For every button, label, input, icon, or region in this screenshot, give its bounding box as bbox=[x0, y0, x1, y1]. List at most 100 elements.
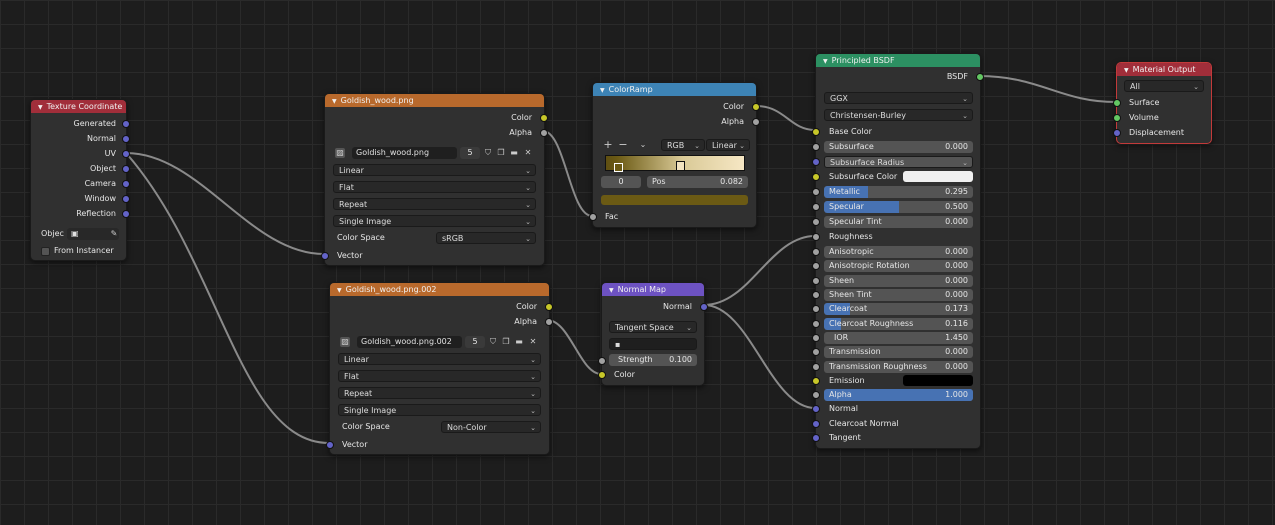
clearcoat-roughness-input-socket[interactable] bbox=[812, 320, 820, 328]
folder-icon[interactable]: ▬ bbox=[509, 148, 519, 158]
subsurface-color-swatch[interactable] bbox=[903, 171, 973, 182]
transmission-roughness-input-socket[interactable] bbox=[812, 363, 820, 371]
from-instancer-checkbox[interactable] bbox=[41, 247, 50, 256]
eyedropper-icon[interactable]: ✎ bbox=[109, 229, 119, 239]
add-stop-button[interactable]: + bbox=[603, 139, 613, 150]
bsdf-output-socket[interactable] bbox=[976, 73, 984, 81]
fake-user-icon[interactable]: ⛉ bbox=[483, 148, 493, 158]
specular-field[interactable]: Specular 0.500 bbox=[824, 201, 973, 213]
window-socket[interactable] bbox=[122, 195, 130, 203]
ramp-stop-handle-1[interactable] bbox=[676, 161, 685, 171]
generated-socket[interactable] bbox=[122, 120, 130, 128]
ramp-stop-handle-0[interactable] bbox=[614, 163, 623, 172]
normal-socket[interactable] bbox=[122, 135, 130, 143]
specular-tint-field[interactable]: Specular Tint 0.000 bbox=[824, 216, 973, 228]
colorramp-header[interactable]: ▼ ColorRamp bbox=[593, 83, 756, 96]
normal-map-header[interactable]: ▼ Normal Map bbox=[602, 283, 704, 296]
uv-map-field[interactable]: ▪ bbox=[609, 338, 697, 350]
image-texture-1-header[interactable]: ▼ Goldish_wood.png bbox=[325, 94, 544, 107]
emission-color-swatch[interactable] bbox=[903, 375, 973, 386]
image-texture-node-1[interactable]: ▼ Goldish_wood.png Color Alpha ▨ Goldish_… bbox=[321, 93, 548, 266]
source-dropdown[interactable]: Single Image ⌄ bbox=[338, 404, 541, 416]
material-output-header[interactable]: ▼ Material Output bbox=[1117, 63, 1211, 76]
metallic-input-socket[interactable] bbox=[812, 188, 820, 196]
interpolation-dropdown[interactable]: Linear ⌄ bbox=[338, 353, 541, 365]
chevron-down-icon[interactable]: ⌄ bbox=[638, 140, 648, 150]
stop-color-swatch[interactable] bbox=[601, 195, 748, 205]
space-dropdown[interactable]: Tangent Space ⌄ bbox=[609, 321, 697, 333]
metallic-field[interactable]: Metallic 0.295 bbox=[824, 186, 973, 198]
sheen-tint-input-socket[interactable] bbox=[812, 291, 820, 299]
image-browse-icon[interactable]: ▨ bbox=[340, 337, 350, 347]
transmission-roughness-field[interactable]: Transmission Roughness 0.000 bbox=[824, 361, 973, 373]
ramp-interpolation-dropdown[interactable]: Linear ⌄ bbox=[706, 139, 750, 151]
clearcoat-input-socket[interactable] bbox=[812, 305, 820, 313]
normal-output-socket[interactable] bbox=[700, 303, 708, 311]
displacement-input-socket[interactable] bbox=[1113, 129, 1121, 137]
material-output-node[interactable]: ▼ Material Output All ⌄ Surface Volume Dis… bbox=[1113, 62, 1212, 144]
ior-input-socket[interactable] bbox=[812, 334, 820, 342]
ior-field[interactable]: IOR 1.450 bbox=[824, 332, 973, 344]
anisotropic-rotation-field[interactable]: Anisotropic Rotation 0.000 bbox=[824, 260, 973, 272]
volume-input-socket[interactable] bbox=[1113, 114, 1121, 122]
normal-map-node[interactable]: ▼ Normal Map Normal Tangent Space ⌄ ▪ Stre… bbox=[598, 282, 708, 386]
strength-input-socket[interactable] bbox=[598, 357, 606, 365]
alpha-output-socket[interactable] bbox=[540, 129, 548, 137]
specular-input-socket[interactable] bbox=[812, 203, 820, 211]
projection-dropdown[interactable]: Flat ⌄ bbox=[338, 370, 541, 382]
collapse-icon[interactable]: ▼ bbox=[337, 287, 342, 294]
principled-bsdf-node[interactable]: ▼ Principled BSDF BSDF GGX ⌄ Christensen-B… bbox=[812, 53, 984, 449]
collapse-icon[interactable]: ▼ bbox=[332, 98, 337, 105]
subsurface-field[interactable]: Subsurface 0.000 bbox=[824, 141, 973, 153]
clearcoat-field[interactable]: Clearcoat 0.173 bbox=[824, 303, 973, 315]
color-input-socket[interactable] bbox=[598, 371, 606, 379]
image-browse-icon[interactable]: ▨ bbox=[335, 148, 345, 158]
alpha-input-socket[interactable] bbox=[812, 391, 820, 399]
image-texture-node-2[interactable]: ▼ Goldish_wood.png.002 Color Alpha ▨ Gold… bbox=[326, 282, 553, 455]
color-output-socket[interactable] bbox=[545, 303, 553, 311]
principled-bsdf-header[interactable]: ▼ Principled BSDF bbox=[816, 54, 980, 67]
subsurface-radius-input-socket[interactable] bbox=[812, 158, 820, 166]
surface-input-socket[interactable] bbox=[1113, 99, 1121, 107]
collapse-icon[interactable]: ▼ bbox=[600, 87, 605, 94]
sheen-tint-field[interactable]: Sheen Tint 0.000 bbox=[824, 289, 973, 301]
color-output-socket[interactable] bbox=[752, 103, 760, 111]
normal-input-socket[interactable] bbox=[812, 405, 820, 413]
fac-input-socket[interactable] bbox=[589, 213, 597, 221]
emission-input-socket[interactable] bbox=[812, 377, 820, 385]
render-target-dropdown[interactable]: All ⌄ bbox=[1124, 80, 1204, 92]
image-name-field[interactable]: Goldish_wood.png.002 bbox=[357, 336, 462, 348]
clearcoat-roughness-field[interactable]: Clearcoat Roughness 0.116 bbox=[824, 318, 973, 330]
image-texture-2-header[interactable]: ▼ Goldish_wood.png.002 bbox=[330, 283, 549, 296]
subsurface-input-socket[interactable] bbox=[812, 143, 820, 151]
extension-dropdown[interactable]: Repeat ⌄ bbox=[338, 387, 541, 399]
unlink-icon[interactable]: ✕ bbox=[523, 148, 533, 158]
subsurface-radius-field[interactable]: Subsurface Radius ⌄ bbox=[824, 156, 973, 168]
collapse-icon[interactable]: ▼ bbox=[1124, 67, 1129, 74]
active-stop-index[interactable]: 0 bbox=[601, 176, 641, 188]
transmission-field[interactable]: Transmission 0.000 bbox=[824, 346, 973, 358]
vector-input-socket[interactable] bbox=[326, 441, 334, 449]
vector-input-socket[interactable] bbox=[321, 252, 329, 260]
color-space-dropdown[interactable]: Non-Color ⌄ bbox=[441, 421, 541, 433]
transmission-input-socket[interactable] bbox=[812, 348, 820, 356]
anisotropic-rotation-input-socket[interactable] bbox=[812, 262, 820, 270]
clearcoat-normal-input-socket[interactable] bbox=[812, 420, 820, 428]
source-dropdown[interactable]: Single Image ⌄ bbox=[333, 215, 536, 227]
stop-position-field[interactable]: Pos 0.082 bbox=[647, 176, 748, 188]
collapse-icon[interactable]: ▼ bbox=[38, 104, 43, 111]
fake-user-icon[interactable]: ⛉ bbox=[488, 337, 498, 347]
collapse-icon[interactable]: ▼ bbox=[823, 58, 828, 65]
colorramp-node[interactable]: ▼ ColorRamp Color Alpha + − ⌄ RGB ⌄ Linear… bbox=[589, 82, 760, 228]
texture-coordinate-header[interactable]: ▼ Texture Coordinate bbox=[31, 100, 126, 113]
alpha-field[interactable]: Alpha 1.000 bbox=[824, 389, 973, 401]
folder-icon[interactable]: ▬ bbox=[514, 337, 524, 347]
duplicate-icon[interactable]: ❐ bbox=[496, 148, 506, 158]
image-users-count[interactable]: 5 bbox=[460, 147, 480, 159]
reflection-socket[interactable] bbox=[122, 210, 130, 218]
roughness-input-socket[interactable] bbox=[812, 233, 820, 241]
unlink-icon[interactable]: ✕ bbox=[528, 337, 538, 347]
camera-socket[interactable] bbox=[122, 180, 130, 188]
object-socket[interactable] bbox=[122, 165, 130, 173]
interpolation-dropdown[interactable]: Linear ⌄ bbox=[333, 164, 536, 176]
